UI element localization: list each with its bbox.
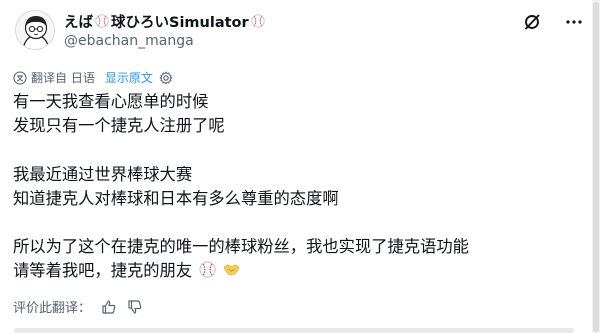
media-edge <box>14 328 574 333</box>
show-original-link[interactable]: 显示原文 <box>105 69 153 86</box>
gear-icon[interactable] <box>159 70 173 85</box>
post-text: 有一天我查看心愿单的时候 发现只有一个捷克人注册了呢 我最近通过世界棒球大赛 知… <box>13 90 583 284</box>
baseball-emoji <box>199 261 216 278</box>
scrollbar-thumb[interactable] <box>593 2 599 332</box>
avatar[interactable] <box>15 10 55 50</box>
translation-label: 翻译自 日语 <box>31 71 95 85</box>
translation-info: 翻译自 日语 显示原文 <box>13 69 173 86</box>
handshake-emoji <box>223 261 241 278</box>
post-line: 知道捷克人对棒球和日本有多么尊重的态度啊 <box>13 188 339 208</box>
author-name-middle: 球ひろいSimulator <box>111 14 249 31</box>
more-icon[interactable] <box>564 12 584 32</box>
baseball-emoji <box>250 14 265 28</box>
rate-translation: 评价此翻译： <box>13 297 143 316</box>
post-last-line: 请等着我吧，捷克的朋友 <box>13 259 583 283</box>
post-line: 发现只有一个捷克人注册了呢 <box>13 116 225 136</box>
post-line: 所以为了这个在捷克的唯一的棒球粉丝，我也实现了捷克语功能 <box>13 237 469 257</box>
author-name[interactable]: えば 球ひろいSimulator <box>64 11 265 31</box>
post-line: 请等着我吧，捷克的朋友 <box>13 261 193 281</box>
scrollbar-track[interactable] <box>592 0 600 333</box>
author-name-prefix: えば <box>64 14 93 31</box>
post-line: 有一天我查看心愿单的时候 <box>13 92 209 111</box>
translate-icon <box>13 70 27 85</box>
rate-translation-label: 评价此翻译： <box>13 301 92 316</box>
thumbs-up-icon[interactable] <box>101 299 117 315</box>
author-handle[interactable]: @ebachan_manga <box>64 33 194 49</box>
post-line: 我最近通过世界棒球大赛 <box>13 164 193 184</box>
grok-icon[interactable] <box>522 12 542 32</box>
baseball-emoji <box>95 14 109 28</box>
thumbs-down-icon[interactable] <box>127 299 143 315</box>
post-actions <box>522 12 584 32</box>
